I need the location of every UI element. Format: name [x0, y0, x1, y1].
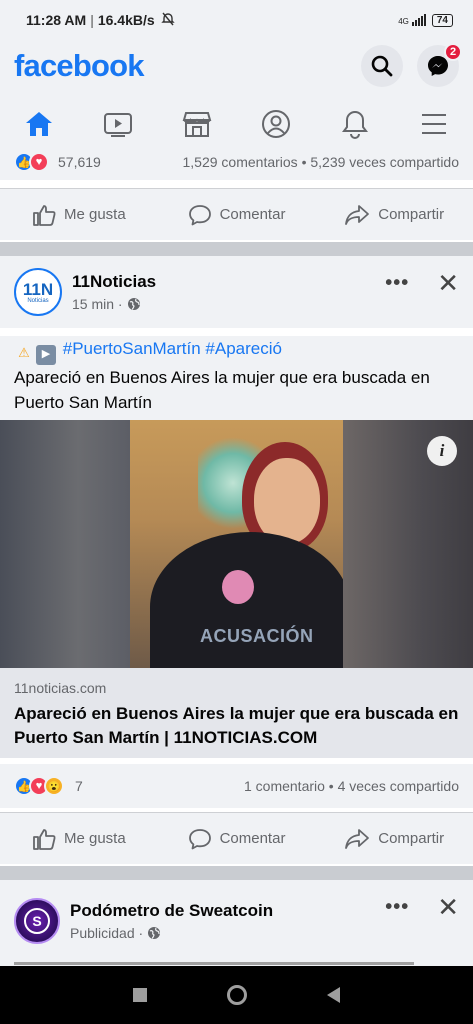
- search-icon: [371, 55, 393, 77]
- post2-reaction-count[interactable]: 7: [75, 778, 83, 794]
- link-title: Apareció en Buenos Aires la mujer que er…: [14, 704, 459, 747]
- recents-button[interactable]: [133, 988, 147, 1002]
- post1-reaction-count[interactable]: 57,619: [58, 154, 101, 170]
- like-label: Me gusta: [63, 830, 126, 847]
- post2-avatar[interactable]: 11N Noticias: [14, 268, 62, 316]
- post2-share-button[interactable]: Compartir: [315, 813, 473, 864]
- post1-comment-button[interactable]: Comentar: [158, 189, 316, 240]
- post2-close-icon[interactable]: ✕: [437, 270, 459, 296]
- facebook-logo: facebook: [14, 48, 145, 83]
- system-nav-bar: [0, 966, 473, 1024]
- feed-divider: [0, 866, 473, 880]
- share-icon: [345, 204, 370, 225]
- app-header: facebook 2: [0, 40, 473, 92]
- post1-reaction-row: 👍 ♥ 57,619 1,529 comentarios • 5,239 vec…: [0, 144, 473, 180]
- comment-icon: [188, 828, 211, 849]
- globe-icon: [148, 927, 161, 939]
- messenger-badge: 2: [444, 43, 462, 61]
- post1-reaction-icons[interactable]: 👍 ♥: [14, 152, 49, 172]
- home-icon: [26, 111, 53, 136]
- battery-icon: 74: [431, 13, 453, 27]
- signal-type: 4G: [398, 17, 409, 26]
- post2-more-options-icon[interactable]: •••: [385, 272, 409, 295]
- post2-like-button[interactable]: Me gusta: [0, 813, 158, 864]
- wow-reaction-icon: 😮: [44, 776, 64, 796]
- post1-share-button[interactable]: Compartir: [315, 189, 473, 240]
- post2-comment-button[interactable]: Comentar: [158, 813, 316, 864]
- feed-divider: [0, 242, 473, 256]
- flower-print: [222, 570, 254, 604]
- comment-label: Comentar: [219, 830, 286, 847]
- thumbs-up-icon: [33, 204, 56, 226]
- thumbs-up-icon: [33, 828, 56, 850]
- comment-label: Comentar: [219, 206, 286, 223]
- share-icon: [345, 828, 370, 849]
- post3-sponsored-label[interactable]: Publicidad ·: [70, 925, 143, 941]
- love-reaction-icon: ♥: [29, 152, 49, 172]
- post2-page-name[interactable]: 11Noticias: [72, 272, 156, 292]
- woman-photo: ACUSACIÓN: [130, 420, 343, 668]
- post2-comments-shares[interactable]: 1 comentario • 4 veces compartido: [244, 778, 459, 794]
- post1-like-button[interactable]: Me gusta: [0, 189, 158, 240]
- play-icon: ▶: [36, 344, 56, 365]
- post2-reaction-icons[interactable]: 👍 ♥ 😮: [14, 776, 64, 796]
- like-label: Me gusta: [63, 206, 126, 223]
- back-button[interactable]: [327, 987, 340, 1003]
- home-button[interactable]: [227, 985, 247, 1005]
- search-button[interactable]: [361, 45, 403, 87]
- comment-icon: [188, 204, 211, 225]
- face-shape: [254, 458, 320, 544]
- globe-icon: [127, 298, 140, 310]
- post2-body-text: Apareció en Buenos Aires la mujer que er…: [14, 367, 430, 412]
- post3-more-options-icon[interactable]: •••: [385, 896, 409, 919]
- marketplace-icon: [182, 111, 212, 137]
- post3-page-name[interactable]: Podómetro de Sweatcoin: [70, 901, 273, 921]
- post2-header: 11N Noticias 11Noticias 15 min · ••• ✕: [0, 256, 473, 328]
- post2-link-preview[interactable]: 11noticias.com Apareció en Buenos Aires …: [0, 668, 473, 758]
- post3-close-icon[interactable]: ✕: [437, 894, 459, 920]
- post2-image[interactable]: ACUSACIÓN i: [0, 420, 473, 668]
- share-label: Compartir: [378, 206, 445, 223]
- post1-action-bar: Me gusta Comentar Compartir: [0, 188, 473, 240]
- do-not-disturb-icon: [160, 12, 175, 29]
- signal-icon: 4G: [398, 14, 426, 26]
- post2-hashtag-line: ⚠ ▶ #PuertoSanMartín #Apareció: [14, 336, 459, 365]
- image-blur-left: [0, 420, 130, 668]
- status-bar: 11:28 AM | 16.4kB/s 4G 74: [0, 0, 473, 40]
- info-icon[interactable]: i: [427, 436, 457, 466]
- avatar-subtext: Noticias: [27, 297, 49, 304]
- post1-comments-shares[interactable]: 1,529 comentarios • 5,239 veces comparti…: [183, 154, 460, 170]
- profile-icon: [261, 109, 290, 138]
- link-domain: 11noticias.com: [14, 680, 107, 696]
- post2-time[interactable]: 15 min ·: [72, 296, 123, 312]
- warning-icon: ⚠: [18, 345, 30, 360]
- post3-avatar[interactable]: S: [14, 898, 60, 944]
- status-separator: |: [90, 12, 94, 28]
- status-time: 11:28 AM: [26, 12, 87, 28]
- post2-text-block: ⚠ ▶ #PuertoSanMartín #Apareció Apareció e…: [0, 336, 473, 420]
- video-icon: [104, 112, 133, 137]
- post2-reaction-row: 👍 ♥ 😮 7 1 comentario • 4 veces compartid…: [0, 764, 473, 808]
- sweatcoin-logo-icon: S: [24, 908, 50, 934]
- post2-action-bar: Me gusta Comentar Compartir: [0, 812, 473, 864]
- post3-header: S Podómetro de Sweatcoin Publicidad · ••…: [0, 880, 473, 962]
- messenger-button[interactable]: 2: [417, 43, 462, 87]
- image-watermark: ACUSACIÓN: [200, 626, 314, 646]
- hamburger-menu-icon: [421, 113, 446, 134]
- bell-icon: [341, 110, 368, 139]
- post2-hashtags[interactable]: #PuertoSanMartín #Apareció: [63, 339, 282, 358]
- avatar-text: 11N: [22, 279, 54, 299]
- network-speed: 16.4kB/s: [97, 12, 155, 28]
- share-label: Compartir: [378, 830, 445, 847]
